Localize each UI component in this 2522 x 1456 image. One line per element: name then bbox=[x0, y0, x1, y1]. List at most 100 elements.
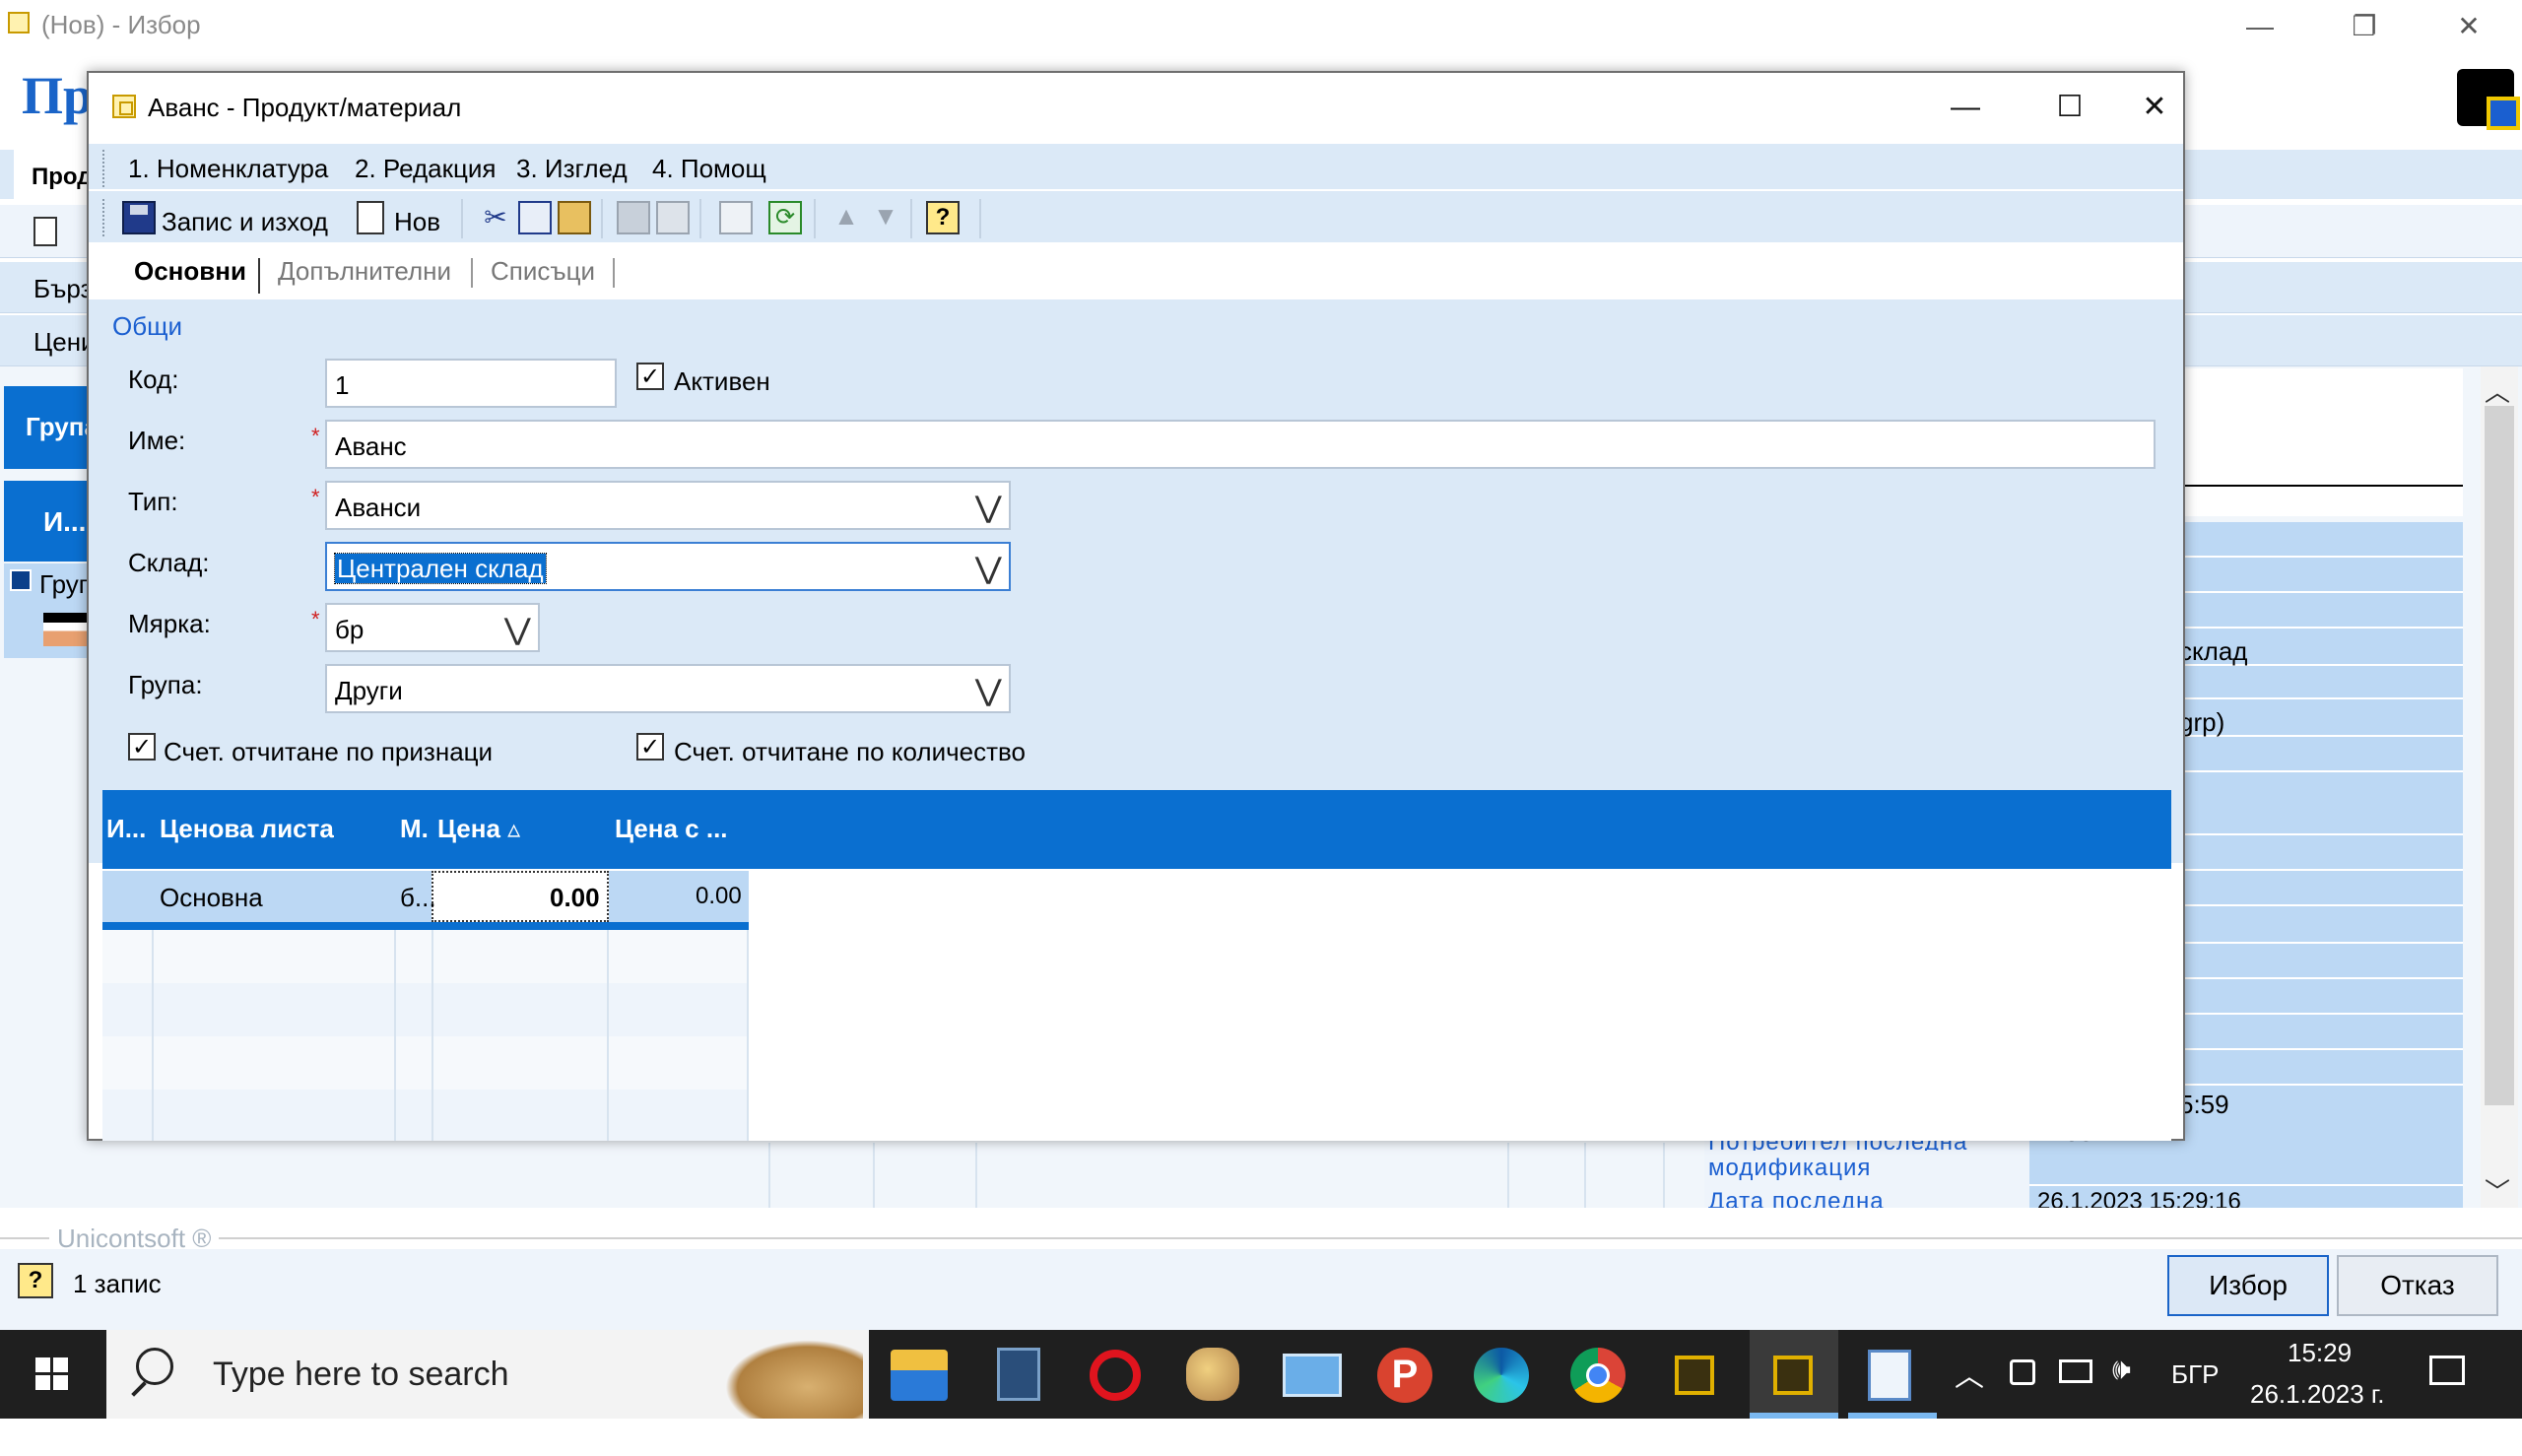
save-icon[interactable] bbox=[122, 201, 156, 234]
divider bbox=[2163, 556, 2463, 558]
restore-icon[interactable]: ❐ bbox=[2325, 4, 2404, 49]
cell-price[interactable]: 0.00 bbox=[550, 883, 600, 913]
col-price-vat[interactable]: Цена с ... bbox=[615, 814, 728, 844]
warehouse-label: Склад: bbox=[128, 548, 210, 577]
empty-row bbox=[102, 983, 749, 1036]
separator bbox=[814, 199, 816, 238]
type-select[interactable]: Аванси ⋁ bbox=[325, 481, 1011, 530]
cell-price-vat: 0.00 bbox=[696, 883, 742, 909]
search-placeholder: Type here to search bbox=[213, 1356, 509, 1393]
by-attributes-checkbox[interactable]: ✓ bbox=[128, 733, 156, 761]
unit-select[interactable]: бр ⋁ bbox=[325, 603, 540, 652]
move-down-icon[interactable]: ▼ bbox=[869, 201, 902, 234]
tab-lists[interactable]: Списъци bbox=[491, 256, 595, 287]
move-up-icon[interactable]: ▲ bbox=[830, 201, 863, 234]
tab-main[interactable]: Основни bbox=[134, 256, 246, 287]
help-icon[interactable]: ? bbox=[926, 201, 960, 234]
print-preview-icon[interactable] bbox=[656, 201, 690, 234]
tab-additional[interactable]: Допълнителни bbox=[278, 256, 451, 287]
type-label: Тип: bbox=[128, 487, 178, 516]
clock-date[interactable]: 26.1.2023 г. bbox=[2250, 1379, 2384, 1410]
chevron-down-icon[interactable]: ⋁ bbox=[975, 674, 1002, 708]
unicontsoft-icon[interactable] bbox=[1675, 1356, 1714, 1395]
section-general[interactable]: Общи bbox=[112, 311, 182, 342]
camera-icon[interactable] bbox=[2010, 1359, 2035, 1385]
language-indicator[interactable]: БГР bbox=[2171, 1359, 2219, 1390]
dialog-maximize-icon[interactable]: ☐ bbox=[2025, 83, 2114, 132]
calculator-icon[interactable] bbox=[997, 1348, 1040, 1401]
separator bbox=[979, 199, 981, 238]
chevron-down-icon[interactable]: ⋁ bbox=[504, 613, 531, 647]
unicontsoft-active-icon[interactable] bbox=[1773, 1356, 1813, 1395]
copy-icon[interactable] bbox=[518, 201, 552, 234]
name-input[interactable]: Аванс bbox=[325, 420, 2156, 469]
menu-view[interactable]: 3. Изглед bbox=[516, 154, 628, 184]
new-doc-icon[interactable] bbox=[33, 217, 57, 246]
separator bbox=[699, 199, 701, 238]
background-name-header[interactable]: И... bbox=[4, 481, 89, 562]
menu-help[interactable]: 4. Помощ bbox=[652, 154, 766, 184]
divider bbox=[258, 258, 260, 294]
col-id[interactable]: И... bbox=[106, 814, 146, 844]
collapse-icon[interactable] bbox=[10, 569, 32, 591]
opera-icon[interactable] bbox=[1090, 1350, 1141, 1401]
scroll-up-icon[interactable]: ︿ bbox=[2485, 372, 2510, 409]
document-app-icon[interactable] bbox=[1868, 1350, 1911, 1401]
col-price[interactable]: Цена ▵ bbox=[437, 814, 520, 844]
close-icon[interactable]: ✕ bbox=[2429, 4, 2508, 49]
cut-icon[interactable]: ✂ bbox=[479, 201, 512, 234]
menu-nomenclature[interactable]: 1. Номенклатура bbox=[128, 154, 328, 184]
dialog-minimize-icon[interactable]: — bbox=[1921, 83, 2010, 132]
save-exit-button[interactable]: Запис и изход bbox=[162, 207, 328, 237]
background-tree-row[interactable]: Груп bbox=[4, 563, 93, 658]
cancel-button[interactable]: Отказ bbox=[2337, 1255, 2498, 1316]
chevron-down-icon[interactable]: ⋁ bbox=[975, 491, 1002, 525]
warehouse-select[interactable]: Централен склад ⋁ bbox=[325, 542, 1011, 591]
empty-row bbox=[102, 1090, 749, 1141]
notifications-icon[interactable] bbox=[2429, 1356, 2465, 1385]
code-label: Код: bbox=[128, 364, 179, 394]
col-unit[interactable]: М. bbox=[400, 814, 429, 844]
new-button[interactable]: Нов bbox=[394, 207, 440, 237]
background-heading: Пр bbox=[22, 66, 94, 125]
by-attributes-label: Счет. отчитане по признаци bbox=[164, 737, 494, 766]
dialog-app-icon bbox=[112, 95, 136, 118]
required-marker: * bbox=[311, 424, 320, 448]
edge-icon[interactable] bbox=[1474, 1348, 1529, 1403]
volume-icon[interactable]: 🕪 bbox=[2112, 1354, 2131, 1387]
scrollbar-thumb[interactable] bbox=[2485, 406, 2514, 1105]
col-price-list[interactable]: Ценова листа bbox=[160, 814, 334, 844]
divider bbox=[2163, 627, 2463, 629]
code-input[interactable]: 1 bbox=[325, 359, 617, 408]
table-icon[interactable] bbox=[719, 201, 753, 234]
tray-expand-icon[interactable]: ︿ bbox=[1955, 1352, 1984, 1395]
paste-icon[interactable] bbox=[558, 201, 591, 234]
dialog-close-icon[interactable]: ✕ bbox=[2130, 83, 2179, 132]
refresh-icon[interactable]: ⟳ bbox=[768, 201, 802, 234]
background-group-header[interactable]: Група bbox=[4, 386, 99, 469]
scroll-down-icon[interactable]: ﹀ bbox=[2485, 1172, 2510, 1209]
by-quantity-checkbox[interactable]: ✓ bbox=[636, 733, 664, 761]
name-label: Име: bbox=[128, 426, 186, 455]
by-quantity-label: Счет. отчитане по количество bbox=[674, 737, 1026, 766]
paint-icon[interactable] bbox=[1186, 1348, 1239, 1401]
help-icon[interactable]: ? bbox=[18, 1263, 53, 1298]
remote-desktop-icon[interactable] bbox=[1283, 1354, 1342, 1397]
file-explorer-icon[interactable] bbox=[891, 1350, 948, 1401]
chrome-icon[interactable] bbox=[1570, 1348, 1626, 1403]
active-checkbox[interactable]: ✓ bbox=[636, 363, 664, 390]
chevron-down-icon[interactable]: ⋁ bbox=[975, 552, 1002, 586]
separator bbox=[601, 199, 603, 238]
network-icon[interactable] bbox=[2059, 1359, 2092, 1383]
powerpoint-icon[interactable]: P bbox=[1377, 1348, 1432, 1403]
clock-time[interactable]: 15:29 bbox=[2288, 1338, 2352, 1368]
group-select[interactable]: Други ⋁ bbox=[325, 664, 1011, 713]
windows-start-icon[interactable] bbox=[35, 1357, 69, 1391]
select-button[interactable]: Избор bbox=[2167, 1255, 2329, 1316]
minimize-icon[interactable]: — bbox=[2221, 4, 2299, 49]
new-doc-icon[interactable] bbox=[357, 201, 384, 234]
menu-edit[interactable]: 2. Редакция bbox=[355, 154, 497, 184]
type-value: Аванси bbox=[335, 493, 422, 522]
print-icon[interactable] bbox=[617, 201, 650, 234]
app-icon bbox=[8, 12, 30, 33]
